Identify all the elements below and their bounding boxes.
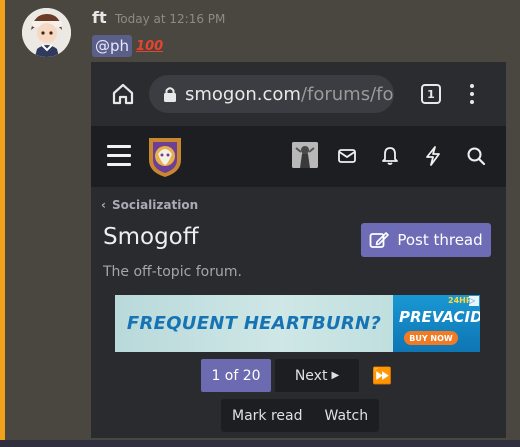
user-mention[interactable]: @ph bbox=[92, 35, 133, 57]
address-bar[interactable]: smogon.com/forums/fo bbox=[149, 75, 394, 113]
page-title: Smogoff bbox=[103, 224, 199, 250]
forum-description: The off-topic forum. bbox=[103, 264, 242, 280]
advertisement-banner[interactable]: FREQUENT HEARTBURN? 24HR PREVACID BUY NO… bbox=[115, 295, 480, 352]
user-avatar[interactable] bbox=[292, 142, 318, 168]
breadcrumb-label: Socialization bbox=[111, 198, 199, 212]
mark-read-button[interactable]: Mark read bbox=[221, 408, 314, 424]
tab-switcher-button[interactable]: 1 bbox=[421, 84, 441, 104]
lock-icon bbox=[164, 87, 176, 102]
chat-bottom-edge bbox=[0, 440, 520, 447]
forum-actions: Mark read Watch bbox=[221, 399, 380, 432]
ad-brand-panel: 24HR PREVACID BUY NOW ▷ bbox=[393, 295, 480, 352]
message-content: @ph 100 bbox=[92, 34, 163, 58]
ad-cta-button[interactable]: BUY NOW bbox=[404, 331, 458, 345]
site-header bbox=[91, 126, 506, 187]
hamburger-menu-icon[interactable] bbox=[107, 145, 131, 167]
hundred-points-emoji[interactable]: 100 bbox=[136, 39, 163, 54]
caret-right-icon: ▶ bbox=[331, 370, 340, 381]
compose-icon bbox=[369, 232, 390, 248]
message-timestamp: Today at 12:16 PM bbox=[115, 12, 226, 26]
url-host: smogon.com bbox=[185, 83, 301, 105]
user-avatar-image bbox=[292, 142, 318, 168]
site-logo[interactable] bbox=[145, 134, 185, 178]
browser-toolbar: smogon.com/forums/fo 1 bbox=[91, 62, 506, 126]
url-path: /forums/fo bbox=[300, 83, 394, 105]
avatar[interactable] bbox=[22, 8, 71, 57]
post-thread-button[interactable]: Post thread bbox=[361, 223, 491, 257]
chat-message: ft Today at 12:16 PM @ph 100 smogon.com/… bbox=[5, 0, 520, 447]
bell-icon[interactable] bbox=[379, 145, 401, 167]
pagination: 1 of 20 Next ▶ ⏩ bbox=[201, 359, 393, 392]
more-options-icon[interactable] bbox=[467, 82, 477, 108]
next-page-button[interactable]: Next ▶ bbox=[275, 359, 359, 392]
post-thread-label: Post thread bbox=[397, 231, 483, 249]
avatar-image bbox=[22, 8, 71, 57]
next-label: Next bbox=[294, 367, 328, 384]
forum-content: ‹ Socialization Smogoff Post thread The … bbox=[91, 187, 506, 438]
chevron-left-icon: ‹ bbox=[101, 198, 106, 212]
ad-choices-icon[interactable]: ▷ bbox=[469, 296, 479, 306]
embedded-screenshot[interactable]: smogon.com/forums/fo 1 ‹ Socialization S… bbox=[91, 62, 506, 438]
inbox-icon[interactable] bbox=[336, 145, 358, 167]
home-icon[interactable] bbox=[111, 82, 135, 106]
breadcrumb[interactable]: ‹ Socialization bbox=[101, 198, 198, 212]
page-indicator[interactable]: 1 of 20 bbox=[201, 359, 271, 392]
lightning-icon[interactable] bbox=[422, 145, 444, 167]
ad-brand: PREVACID bbox=[399, 308, 480, 326]
message-username[interactable]: ft bbox=[92, 8, 107, 27]
ad-headline: FREQUENT HEARTBURN? bbox=[115, 295, 393, 352]
last-page-icon[interactable]: ⏩ bbox=[371, 365, 393, 387]
watch-button[interactable]: Watch bbox=[314, 408, 380, 424]
url-text: smogon.com/forums/fo bbox=[185, 84, 394, 105]
search-icon[interactable] bbox=[465, 145, 487, 167]
